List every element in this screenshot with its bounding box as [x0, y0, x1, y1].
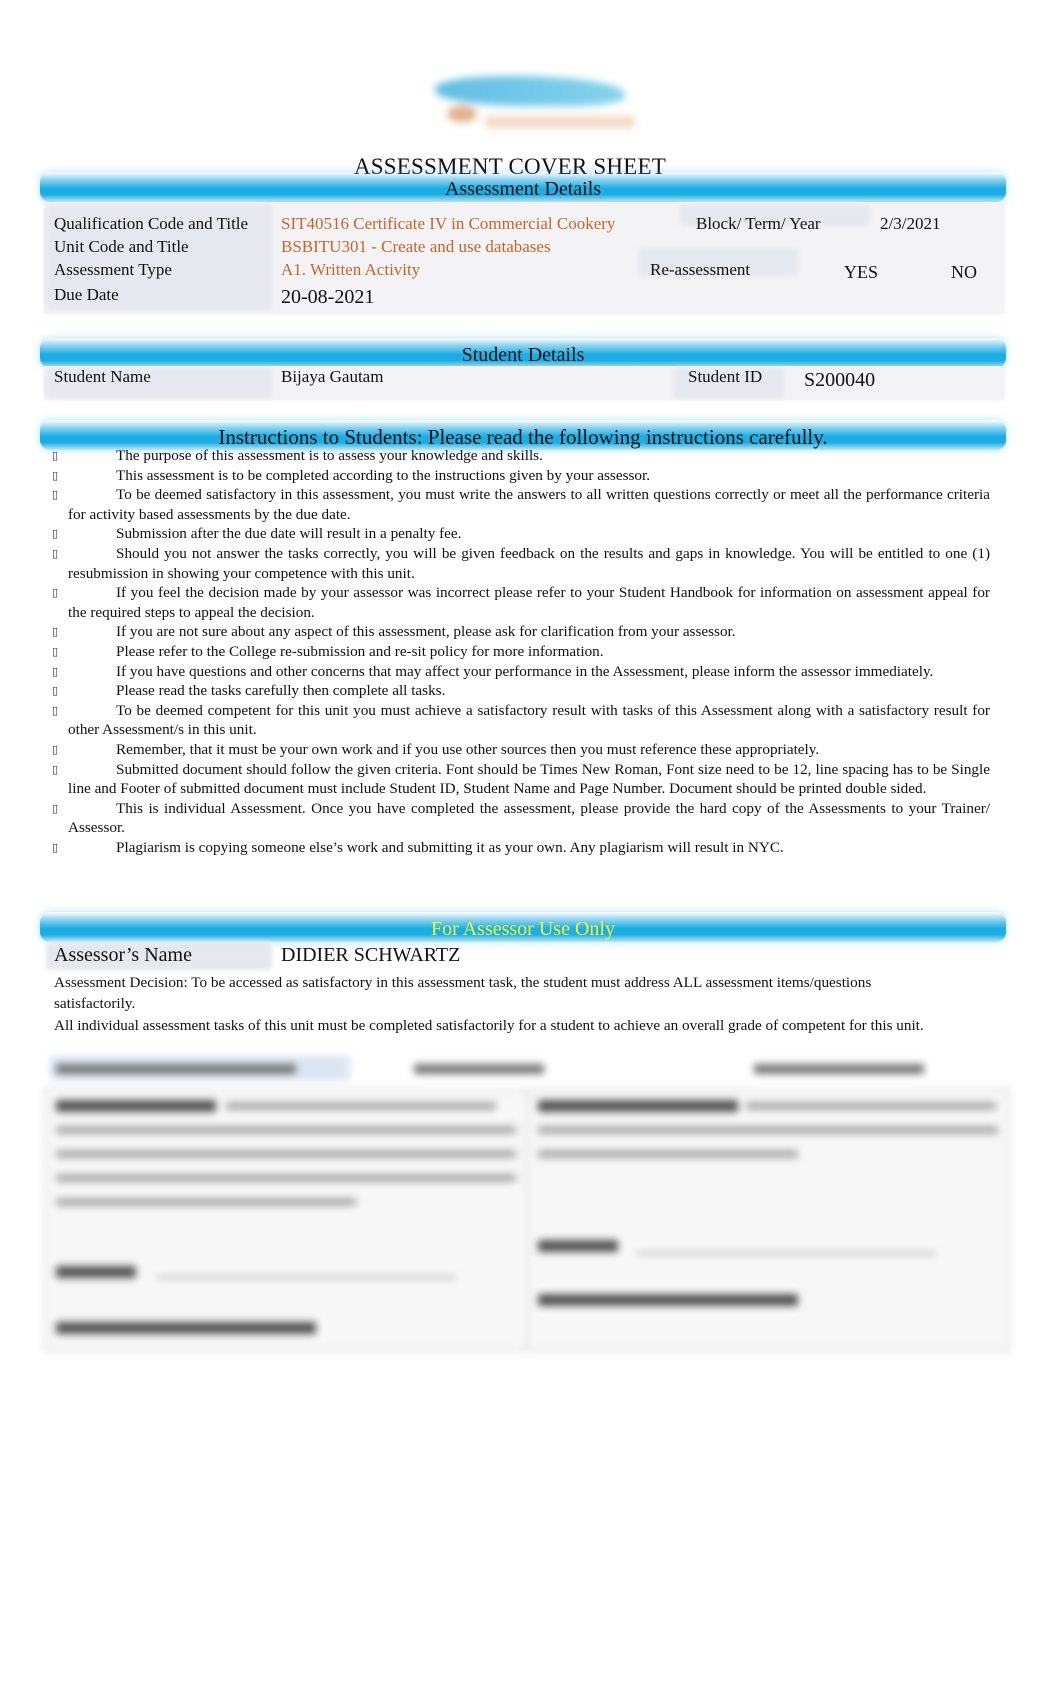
- assessment-details-heading: Assessment Details: [40, 172, 1006, 202]
- logo-tagline: [485, 116, 635, 128]
- bullet-icon: ▯: [52, 762, 59, 776]
- assessor-use-heading: For Assessor Use Only: [40, 912, 1006, 942]
- logo-swoosh: [435, 76, 625, 106]
- qualification-value: SIT40516 Certificate IV in Commercial Co…: [281, 214, 616, 233]
- student-name-value: Bijaya Gautam: [281, 367, 384, 386]
- obscured-text: [754, 1064, 924, 1074]
- instruction-text: This assessment is to be completed accor…: [116, 466, 651, 484]
- instruction-text: Please refer to the College re-submissio…: [116, 642, 604, 660]
- bullet-icon: ▯: [52, 625, 59, 639]
- assessor-name-value: DIDIER SCHWARTZ: [281, 944, 461, 966]
- instruction-text: The purpose of this assessment is to ass…: [116, 447, 543, 464]
- obscured-assessor-section: [44, 1054, 1010, 1354]
- instruction-text: If you feel the decision made by your as…: [68, 584, 990, 621]
- instruction-item: ▯ Please read the tasks carefully then co…: [52, 681, 990, 701]
- instruction-item: ▯ If you are not sure about any aspect of…: [52, 622, 990, 642]
- instruction-text: Submitted document should follow the giv…: [68, 760, 990, 798]
- bullet-icon: ▯: [52, 684, 59, 698]
- logo-mark: [447, 106, 477, 122]
- due-date-label: Due Date: [54, 285, 119, 304]
- unit-value: BSBITU301 - Create and use databases: [281, 237, 551, 256]
- assessment-type-value: A1. Written Activity: [281, 260, 421, 279]
- assessment-decision-text: Assessment Decision: To be accessed as s…: [54, 974, 872, 1012]
- bullet-icon: ▯: [52, 527, 59, 541]
- qualification-label: Qualification Code and Title: [54, 214, 249, 233]
- bullet-icon: ▯: [52, 546, 59, 560]
- bullet-icon: ▯: [52, 840, 59, 854]
- due-date-value: 20-08-2021: [281, 286, 375, 308]
- student-name-label: Student Name: [54, 367, 151, 386]
- instruction-text: This is individual Assessment. Once you …: [68, 799, 990, 837]
- instruction-item: ▯ This assessment is to be completed acco…: [52, 466, 990, 486]
- bullet-icon: ▯: [52, 488, 59, 502]
- block-term-year-label: Block/ Term/ Year: [696, 214, 821, 233]
- instruction-text: Please read the tasks carefully then com…: [116, 682, 446, 700]
- unit-label: Unit Code and Title: [54, 237, 189, 256]
- instruction-text: Remember, that it must be your own work …: [116, 740, 820, 758]
- instruction-text: If you have questions and other concerns…: [116, 662, 934, 680]
- instruction-item: ▯ Submission after the due date will resu…: [52, 524, 990, 544]
- obscured-text: [56, 1064, 296, 1074]
- block-term-year-value: 2/3/2021: [880, 214, 941, 233]
- instruction-item: ▯ To be deemed satisfactory in this asses…: [52, 485, 990, 524]
- instruction-text: Plagiarism is copying someone else’s wor…: [116, 838, 784, 856]
- bullet-icon: ▯: [52, 801, 59, 815]
- instruction-item: ▯ Should you not answer the tasks correct…: [52, 544, 990, 583]
- instruction-item: ▯ To be deemed competent for this unit yo…: [52, 701, 990, 740]
- instruction-item: ▯ If you feel the decision made by your a…: [52, 583, 990, 622]
- bullet-icon: ▯: [52, 586, 59, 600]
- instruction-text: If you are not sure about any aspect of …: [116, 623, 736, 641]
- reassessment-no-option[interactable]: NO: [951, 262, 977, 283]
- bullet-icon: ▯: [52, 664, 59, 678]
- instruction-text: To be deemed competent for this unit you…: [68, 701, 990, 739]
- instruction-item: ▯ Submitted document should follow the gi…: [52, 760, 990, 799]
- instruction-text: Submission after the due date will resul…: [116, 525, 462, 543]
- bullet-icon: ▯: [52, 468, 59, 482]
- reassessment-label: Re-assessment: [650, 260, 751, 279]
- college-logo: [425, 68, 635, 140]
- instruction-text: Should you not answer the tasks correctl…: [68, 544, 990, 582]
- assessor-name-label: Assessor’s Name: [54, 944, 192, 966]
- student-details-heading: Student Details: [40, 338, 1006, 368]
- instructions-list: ▯ The purpose of this assessment is to as…: [52, 446, 990, 857]
- obscured-declarations: [44, 1088, 1010, 1352]
- instruction-item: ▯ Plagiarism is copying someone else’s wo…: [52, 838, 990, 858]
- instruction-item: ▯ If you have questions and other concern…: [52, 662, 990, 682]
- bullet-icon: ▯: [52, 703, 59, 717]
- instruction-item: ▯ This is individual Assessment. Once you…: [52, 799, 990, 838]
- instruction-item: ▯ Please refer to the College re-submissi…: [52, 642, 990, 662]
- reassessment-yes-option[interactable]: YES: [844, 262, 878, 283]
- instruction-item: ▯ Remember, that it must be your own work…: [52, 740, 990, 760]
- bullet-icon: ▯: [52, 742, 59, 756]
- obscured-text: [414, 1064, 544, 1074]
- instruction-text: To be deemed satisfactory in this assess…: [68, 486, 990, 523]
- competency-requirement-text: All individual assessment tasks of this …: [54, 1017, 924, 1034]
- instruction-item: ▯ The purpose of this assessment is to as…: [52, 446, 990, 466]
- student-id-label: Student ID: [688, 367, 763, 386]
- student-id-value: S200040: [804, 369, 876, 391]
- assessment-type-label: Assessment Type: [54, 260, 172, 279]
- bullet-icon: ▯: [52, 449, 59, 462]
- bullet-icon: ▯: [52, 644, 59, 658]
